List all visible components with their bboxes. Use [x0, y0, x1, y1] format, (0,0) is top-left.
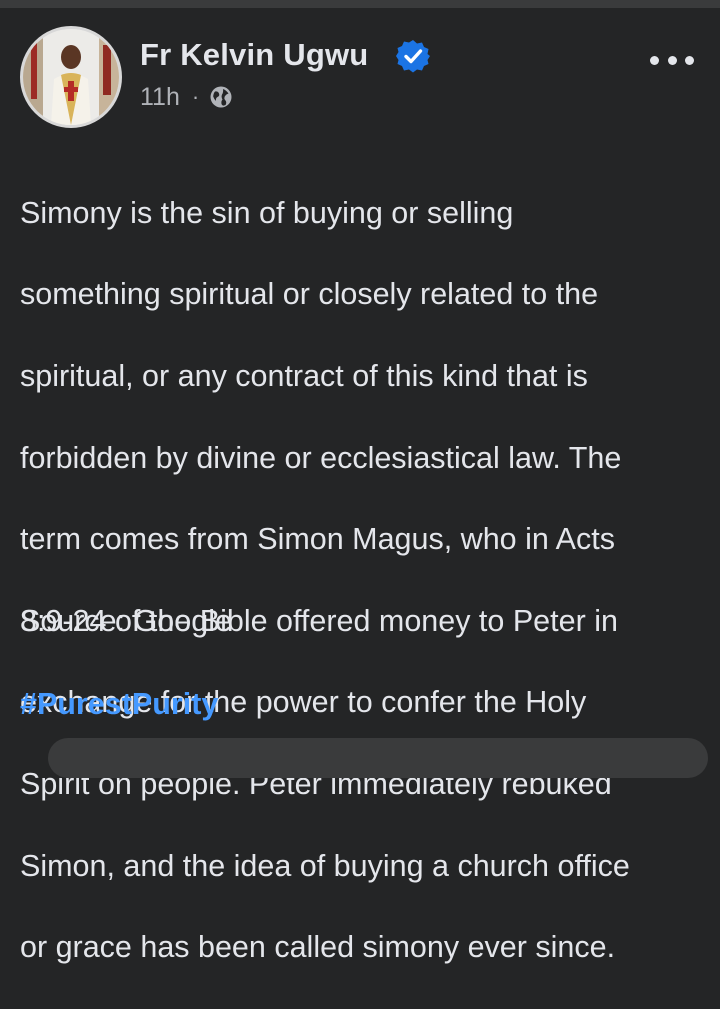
- post-text-line: term comes from Simon Magus, who in Acts: [20, 522, 615, 557]
- post-text-line: spiritual, or any contract of this kind …: [20, 358, 588, 393]
- verified-badge-icon: [396, 40, 430, 73]
- post-source: Source: Google: [20, 604, 232, 638]
- post-text-line: or grace has been called simony ever sin…: [20, 930, 616, 965]
- more-options-icon[interactable]: [650, 50, 694, 70]
- post-meta: 11h ·: [140, 82, 233, 112]
- post-text-line: forbidden by divine or ecclesiastical la…: [20, 440, 622, 475]
- priest-portrait-avatar: [23, 29, 119, 125]
- top-divider: [0, 0, 720, 8]
- more-dot: [667, 55, 677, 65]
- post-text-line: Simon, and the idea of buying a church o…: [20, 848, 630, 883]
- post-text: Simony is the sin of buying or selling s…: [20, 152, 706, 1009]
- hashtag-link[interactable]: #PurestPurity: [20, 684, 218, 724]
- author-avatar[interactable]: [20, 26, 122, 128]
- more-dot: [650, 55, 659, 65]
- post-text-line: Simony is the sin of buying or selling: [20, 195, 514, 230]
- post-timestamp[interactable]: 11h: [140, 83, 180, 112]
- author-name[interactable]: Fr Kelvin Ugwu: [140, 37, 368, 73]
- post-header: Fr Kelvin Ugwu 11h ·: [20, 26, 700, 130]
- globe-icon: [210, 86, 232, 108]
- meta-separator: ·: [191, 84, 200, 109]
- more-dot: [685, 55, 694, 65]
- post-text-line: something spiritual or closely related t…: [20, 277, 599, 312]
- comment-bar[interactable]: [48, 738, 708, 778]
